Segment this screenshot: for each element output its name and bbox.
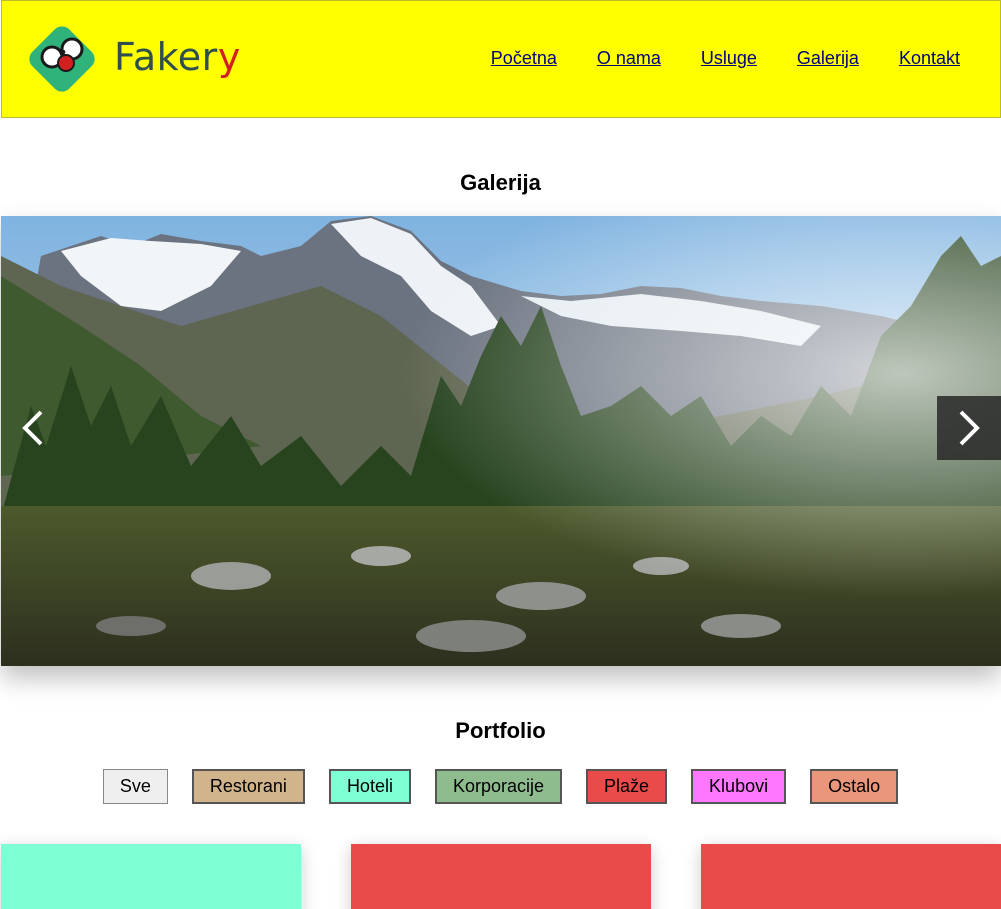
portfolio-card[interactable] <box>351 844 651 909</box>
slider-next-button[interactable] <box>937 396 1001 460</box>
slider-prev-button[interactable] <box>1 396 65 460</box>
gallery-title: Galerija <box>460 170 541 195</box>
portfolio-title: Portfolio <box>455 718 546 743</box>
filter-button-hoteli[interactable]: Hoteli <box>328 769 411 804</box>
filter-button-klubovi[interactable]: Klubovi <box>691 769 787 804</box>
filter-button-plaze[interactable]: Plaže <box>586 769 668 804</box>
portfolio-filters: Sve Restorani Hoteli Korporacije Plaže K… <box>0 769 1001 804</box>
nav-link-usluge[interactable]: Usluge <box>701 48 757 69</box>
nav-link-pocetna[interactable]: Početna <box>491 48 557 69</box>
filter-button-sve[interactable]: Sve <box>102 769 168 804</box>
mountain-landscape-photo <box>1 216 1001 666</box>
portfolio-grid <box>0 844 1001 909</box>
site-header: Fakery Početna O nama Usluge Galerija Ko… <box>1 0 1001 118</box>
glasses-logo-icon[interactable] <box>22 21 102 97</box>
filter-button-korporacije[interactable]: Korporacije <box>434 769 563 804</box>
nav-link-galerija[interactable]: Galerija <box>797 48 859 69</box>
gallery-slider[interactable] <box>1 216 1001 666</box>
portfolio-card[interactable] <box>701 844 1001 909</box>
chevron-right-icon <box>959 410 980 446</box>
main-nav: Početna O nama Usluge Galerija Kontakt <box>491 48 960 69</box>
nav-link-o-nama[interactable]: O nama <box>597 48 661 69</box>
chevron-left-icon <box>22 410 43 446</box>
portfolio-card[interactable] <box>1 844 301 909</box>
filter-button-ostalo[interactable]: Ostalo <box>810 769 899 804</box>
nav-link-kontakt[interactable]: Kontakt <box>899 48 960 69</box>
site-logo-text[interactable]: Fakery <box>114 35 241 79</box>
filter-button-restorani[interactable]: Restorani <box>191 769 305 804</box>
